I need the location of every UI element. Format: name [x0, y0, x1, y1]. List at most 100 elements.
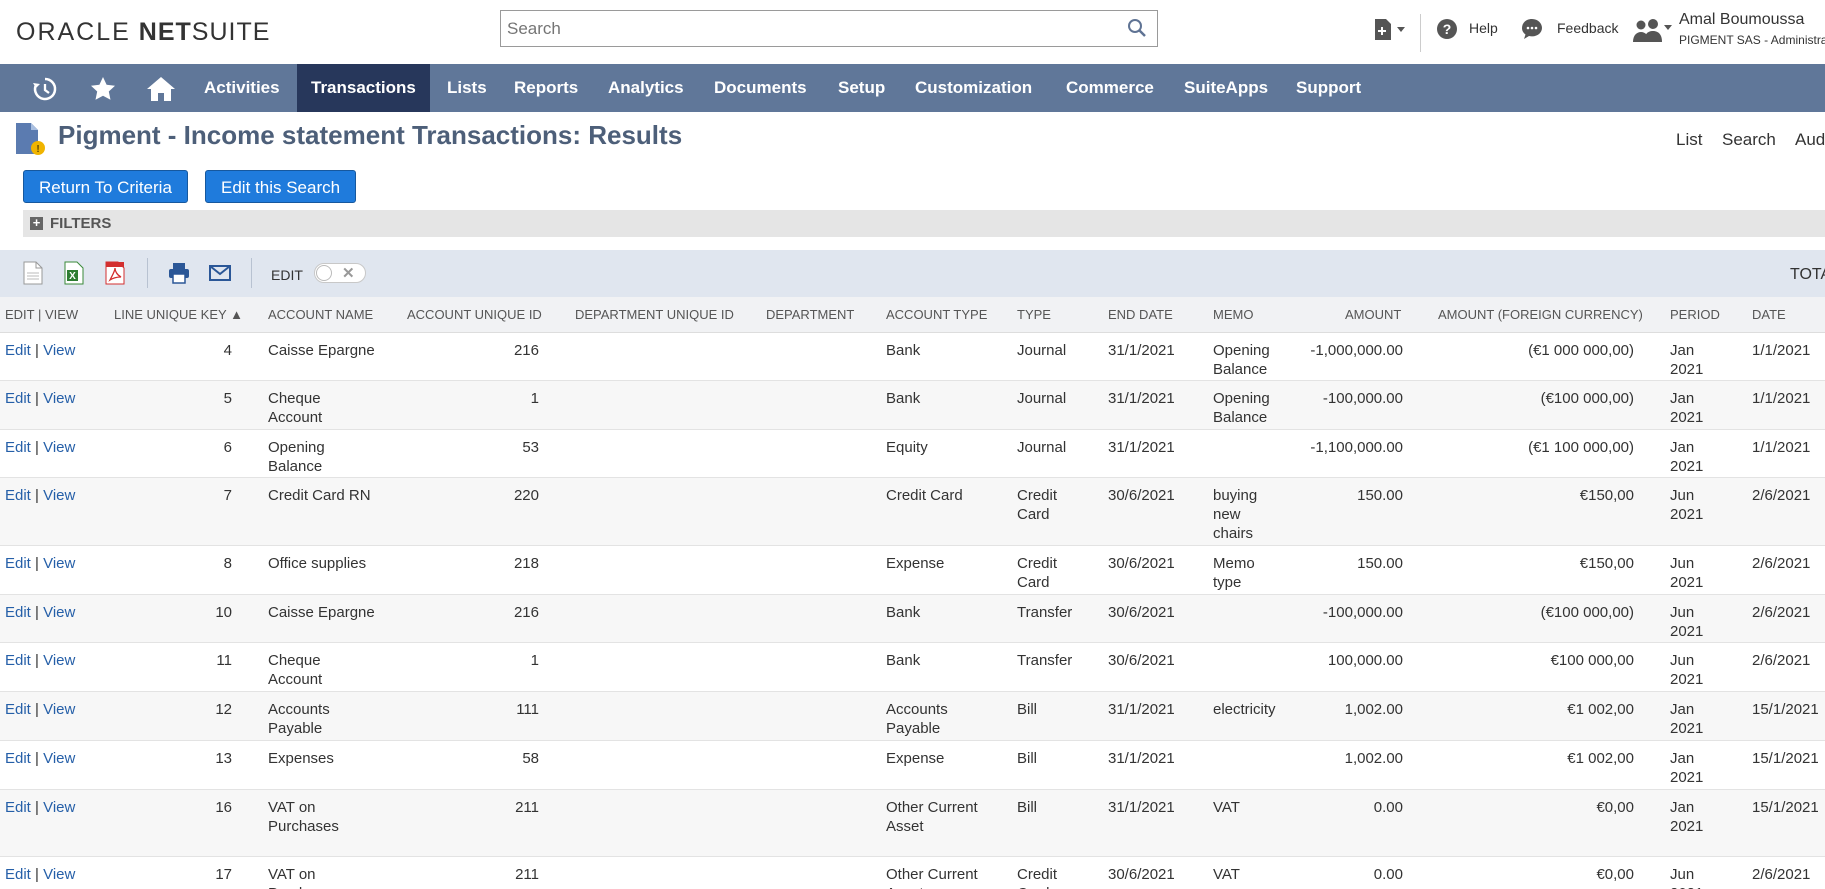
view-link[interactable]: View — [43, 555, 75, 572]
amount: -100,000.00 — [1322, 604, 1403, 621]
edit-view-links: Edit | View — [5, 438, 75, 457]
memo: Memo type — [1213, 555, 1255, 591]
nav-activities[interactable]: Activities — [204, 64, 280, 112]
edit-link[interactable]: Edit — [5, 701, 31, 718]
edit-link[interactable]: Edit — [5, 487, 31, 504]
col-memo[interactable]: MEMO — [1213, 307, 1253, 322]
col-date[interactable]: DATE — [1752, 307, 1786, 322]
edit-link[interactable]: Edit — [5, 390, 31, 407]
view-link[interactable]: View — [43, 799, 75, 816]
print-icon[interactable] — [167, 261, 191, 290]
nav-setup[interactable]: Setup — [838, 64, 885, 112]
nav-transactions[interactable]: Transactions — [297, 64, 430, 112]
col-period[interactable]: PERIOD — [1670, 307, 1720, 322]
global-search[interactable] — [500, 10, 1158, 47]
search-icon[interactable] — [1127, 18, 1147, 43]
nav-lists[interactable]: Lists — [447, 64, 487, 112]
filters-bar[interactable]: + FILTERS — [23, 210, 1825, 237]
email-icon[interactable] — [208, 261, 232, 290]
nav-reports[interactable]: Reports — [514, 64, 578, 112]
view-link[interactable]: View — [43, 750, 75, 767]
export-excel-icon[interactable]: X — [63, 261, 85, 290]
help-icon[interactable]: ? — [1436, 18, 1458, 45]
create-new-icon[interactable] — [1372, 18, 1406, 47]
search-link[interactable]: Search — [1722, 130, 1776, 150]
user-role[interactable]: PIGMENT SAS - Administrator — [1679, 33, 1825, 47]
col-amount[interactable]: AMOUNT — [1345, 307, 1401, 322]
edit-view-links: Edit | View — [5, 486, 75, 505]
help-link[interactable]: Help — [1469, 20, 1498, 36]
edit-link[interactable]: Edit — [5, 439, 31, 456]
export-csv-icon[interactable] — [22, 261, 44, 290]
col-type[interactable]: TYPE — [1017, 307, 1051, 322]
memo: electricity — [1213, 701, 1276, 718]
col-account-name[interactable]: ACCOUNT NAME — [268, 307, 373, 322]
account-unique-id: 58 — [522, 750, 539, 767]
col-department-unique-id[interactable]: DEPARTMENT UNIQUE ID — [575, 307, 734, 322]
view-link[interactable]: View — [43, 701, 75, 718]
end-date: 30/6/2021 — [1108, 555, 1175, 572]
nav-analytics[interactable]: Analytics — [608, 64, 684, 112]
view-link[interactable]: View — [43, 866, 75, 883]
col-account-type[interactable]: ACCOUNT TYPE — [886, 307, 987, 322]
export-pdf-icon[interactable] — [104, 261, 126, 290]
return-to-criteria-button[interactable]: Return To Criteria — [23, 170, 188, 203]
nav-documents[interactable]: Documents — [714, 64, 807, 112]
col-department[interactable]: DEPARTMENT — [766, 307, 854, 322]
global-search-input[interactable] — [505, 11, 1109, 46]
main-nav: Activities Transactions Lists Reports An… — [0, 64, 1825, 112]
nav-suiteapps[interactable]: SuiteApps — [1184, 64, 1268, 112]
table-row: Edit | View 16 VAT on Purchases 211 Othe… — [0, 790, 1825, 857]
view-link[interactable]: View — [43, 342, 75, 359]
home-icon[interactable] — [146, 76, 176, 107]
view-link[interactable]: View — [43, 652, 75, 669]
edit-link[interactable]: Edit — [5, 342, 31, 359]
edit-link[interactable]: Edit — [5, 555, 31, 572]
amount: 1,002.00 — [1344, 701, 1403, 718]
date: 2/6/2021 — [1752, 652, 1811, 669]
netsuite-logo[interactable]: ORACLE NETSUITE — [16, 18, 270, 47]
list-link[interactable]: List — [1676, 130, 1702, 150]
inline-edit-toggle[interactable]: ✕ — [314, 263, 366, 283]
edit-link[interactable]: Edit — [5, 750, 31, 767]
audit-trail-link[interactable]: Aud — [1795, 130, 1825, 150]
col-amount-foreign-currency[interactable]: AMOUNT (FOREIGN CURRENCY) — [1438, 307, 1643, 322]
shortcuts-star-icon[interactable] — [90, 76, 116, 107]
edit-link[interactable]: Edit — [5, 866, 31, 883]
col-line-unique-key[interactable]: LINE UNIQUE KEY ▲ — [114, 307, 243, 322]
toggle-off-icon: ✕ — [342, 265, 355, 282]
col-account-unique-id[interactable]: ACCOUNT UNIQUE ID — [407, 307, 542, 322]
feedback-icon[interactable] — [1521, 18, 1543, 45]
edit-this-search-button[interactable]: Edit this Search — [205, 170, 357, 203]
nav-support[interactable]: Support — [1296, 64, 1361, 112]
line-unique-key: 16 — [215, 799, 232, 816]
memo: Opening Balance — [1213, 390, 1270, 426]
edit-link[interactable]: Edit — [5, 652, 31, 669]
view-link[interactable]: View — [43, 604, 75, 621]
expand-filters-icon[interactable]: + — [30, 216, 43, 230]
pipe-separator: | — [35, 701, 39, 718]
role-switcher-icon[interactable] — [1632, 18, 1672, 49]
filters-label: FILTERS — [50, 215, 112, 232]
nav-customization[interactable]: Customization — [915, 64, 1032, 112]
feedback-link[interactable]: Feedback — [1557, 20, 1618, 36]
amount: 100,000.00 — [1327, 652, 1403, 669]
user-name[interactable]: Amal Boumoussa — [1679, 11, 1804, 29]
line-unique-key: 8 — [223, 555, 232, 572]
view-link[interactable]: View — [43, 390, 75, 407]
edit-link[interactable]: Edit — [5, 799, 31, 816]
nav-commerce[interactable]: Commerce — [1066, 64, 1154, 112]
type: Credit Card — [1017, 487, 1058, 523]
view-link[interactable]: View — [43, 439, 75, 456]
line-unique-key: 12 — [215, 701, 232, 718]
edit-view-links: Edit | View — [5, 651, 75, 670]
edit-link[interactable]: Edit — [5, 604, 31, 621]
col-end-date[interactable]: END DATE — [1108, 307, 1173, 322]
amount-foreign-currency: (€100 000,00) — [1540, 390, 1634, 407]
edit-view-links: Edit | View — [5, 749, 75, 768]
line-unique-key: 17 — [215, 866, 232, 883]
recent-records-icon[interactable] — [32, 76, 58, 107]
account-name: VAT on Purchases — [268, 866, 339, 889]
view-link[interactable]: View — [43, 487, 75, 504]
table-row: Edit | View 4 Caisse Epargne 216 Bank Jo… — [0, 333, 1825, 381]
